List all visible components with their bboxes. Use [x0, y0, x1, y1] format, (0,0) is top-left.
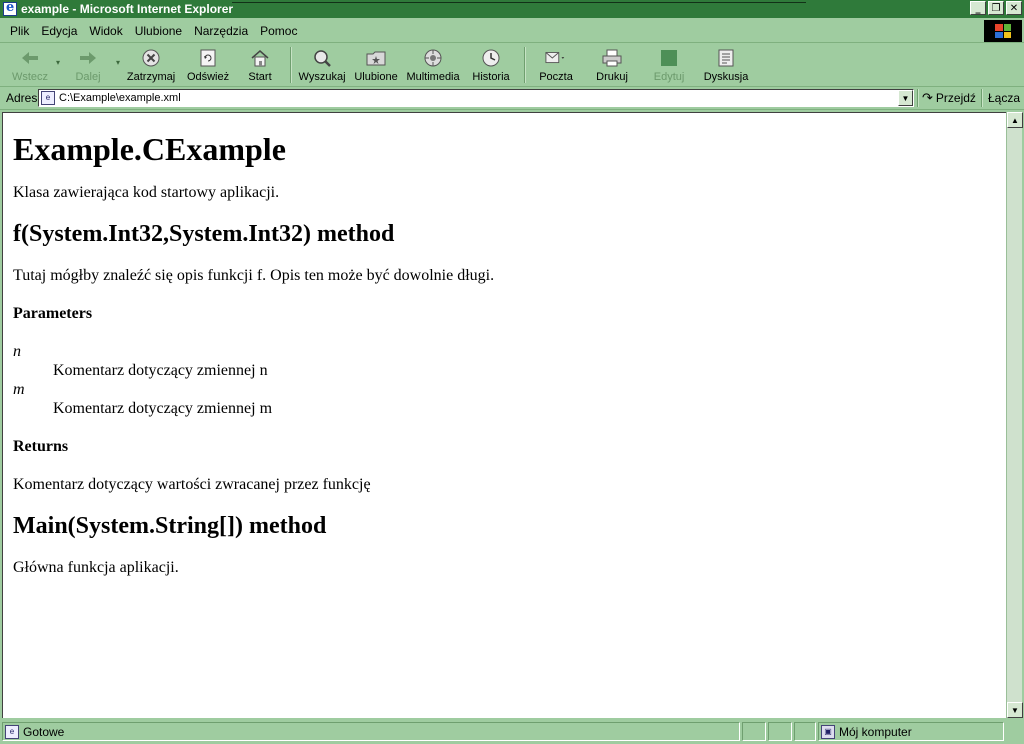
media-icon — [422, 48, 444, 68]
search-button[interactable]: Wyszukaj — [296, 44, 348, 86]
edit-icon — [658, 48, 680, 68]
computer-icon: ▣ — [821, 724, 835, 739]
status-pane-empty — [768, 722, 792, 741]
status-pane-empty — [742, 722, 766, 741]
scroll-down-icon[interactable]: ▼ — [1007, 702, 1023, 718]
refresh-icon — [197, 48, 219, 68]
print-button[interactable]: Drukuj — [582, 44, 642, 86]
mail-label: Poczta — [539, 71, 573, 83]
forward-arrow-icon — [77, 48, 99, 68]
menu-file[interactable]: Plik — [4, 24, 35, 38]
refresh-label: Odśwież — [186, 71, 230, 83]
class-description: Klasa zawierająca kod startowy aplikacji… — [13, 184, 280, 201]
title-bar: example - Microsoft Internet Explorer _ … — [0, 0, 1024, 18]
ie-icon — [3, 0, 17, 16]
window-title: example - Microsoft Internet Explorer — [21, 2, 234, 16]
back-arrow-icon — [19, 48, 41, 68]
search-icon — [311, 48, 333, 68]
go-button[interactable]: ↷ Przejdź — [922, 89, 976, 107]
menu-favorites[interactable]: Ulubione — [129, 24, 188, 38]
go-label: Przejdź — [935, 91, 976, 105]
param-description: Komentarz dotyczący zmiennej m — [53, 400, 273, 417]
page-title: Example.CExample — [13, 131, 286, 167]
maximize-button[interactable]: ❐ — [988, 1, 1004, 15]
search-label: Wyszukaj — [298, 71, 346, 83]
history-label: Historia — [472, 71, 510, 83]
toolbar-separator — [524, 47, 527, 83]
close-button[interactable]: ✕ — [1006, 1, 1022, 15]
menu-help[interactable]: Pomoc — [254, 24, 303, 38]
stop-label: Zatrzymaj — [126, 71, 176, 83]
param-description: Komentarz dotyczący zmiennej n — [53, 362, 268, 379]
discuss-button[interactable]: Dyskusja — [696, 44, 756, 86]
links-button[interactable]: Łącza — [988, 89, 1020, 107]
zone-label: Mój komputer — [839, 724, 912, 739]
links-label: Łącza — [988, 91, 1021, 105]
mail-button[interactable]: Poczta — [530, 44, 582, 86]
menu-view[interactable]: Widok — [83, 24, 128, 38]
go-arrow-icon: ↷ — [922, 90, 933, 105]
print-label: Drukuj — [596, 71, 628, 83]
scroll-up-icon[interactable]: ▲ — [1007, 112, 1023, 128]
page-icon: e — [5, 724, 19, 739]
favorites-button[interactable]: Ulubione — [348, 44, 404, 86]
home-button[interactable]: Start — [234, 44, 286, 86]
document-view: Example.CExample Klasa zawierająca kod s… — [2, 112, 1006, 718]
stop-button[interactable]: Zatrzymaj — [120, 44, 182, 86]
returns-heading: Returns — [13, 438, 69, 455]
links-separator — [981, 89, 983, 107]
media-button[interactable]: Multimedia — [404, 44, 462, 86]
address-value: C:\Example\example.xml — [59, 92, 181, 104]
vertical-scrollbar[interactable]: ▲ ▼ — [1006, 112, 1023, 718]
menu-tools[interactable]: Narzędzia — [188, 24, 254, 38]
media-label: Multimedia — [406, 71, 460, 83]
address-bar: Adres e C:\Example\example.xml ▼ ↷ Przej… — [0, 87, 1024, 110]
address-separator — [917, 89, 919, 107]
address-dropdown-icon[interactable]: ▼ — [898, 90, 913, 106]
forward-button[interactable]: Dalej — [60, 44, 116, 86]
back-label: Wstecz — [11, 71, 49, 83]
window-controls: _ ❐ ✕ — [970, 1, 1022, 15]
status-text-pane: e Gotowe — [2, 722, 740, 741]
status-pane-empty — [794, 722, 816, 741]
menu-bar: Plik Edycja Widok Ulubione Narzędzia Pom… — [0, 19, 1024, 43]
history-icon — [480, 48, 502, 68]
status-text: Gotowe — [23, 724, 65, 739]
edit-button[interactable]: Edytuj — [642, 44, 696, 86]
parameters-heading: Parameters — [13, 305, 93, 322]
address-input[interactable]: e C:\Example\example.xml ▼ — [38, 89, 914, 107]
refresh-button[interactable]: Odśwież — [182, 44, 234, 86]
favorites-folder-icon — [365, 48, 387, 68]
method-f-heading: f(System.Int32,System.Int32) method — [13, 221, 395, 247]
method-main-heading: Main(System.String[]) method — [13, 513, 327, 539]
discuss-label: Dyskusja — [703, 71, 749, 83]
edit-label: Edytuj — [653, 71, 685, 83]
method-f-description: Tutaj mógłby znaleźć się opis funkcji f.… — [13, 267, 495, 284]
forward-label: Dalej — [75, 71, 101, 83]
printer-icon — [601, 48, 623, 68]
minimize-button[interactable]: _ — [970, 1, 986, 15]
discuss-icon — [715, 48, 737, 68]
back-button[interactable]: Wstecz — [4, 44, 56, 86]
favorites-label: Ulubione — [354, 71, 398, 83]
home-icon — [249, 48, 271, 68]
param-name: m — [13, 381, 25, 398]
status-bar: e Gotowe ▣ Mój komputer — [0, 720, 1024, 744]
menu-edit[interactable]: Edycja — [35, 24, 83, 38]
title-bar-rule — [232, 2, 806, 3]
returns-description: Komentarz dotyczący wartości zwracanej p… — [13, 476, 371, 493]
zone-pane: ▣ Mój komputer — [818, 722, 1004, 741]
home-label: Start — [248, 71, 272, 83]
mail-icon — [545, 48, 567, 68]
param-name: n — [13, 343, 21, 360]
history-button[interactable]: Historia — [462, 44, 520, 86]
page-icon: e — [41, 91, 55, 105]
address-label: Adres — [6, 91, 38, 105]
toolbar-separator — [290, 47, 293, 83]
windows-logo-icon — [984, 20, 1022, 42]
stop-icon — [140, 48, 162, 68]
toolbar: Wstecz ▾ Dalej ▾ Zatrzymaj Odśwież Start… — [0, 44, 1024, 87]
method-main-description: Główna funkcja aplikacji. — [13, 559, 179, 576]
